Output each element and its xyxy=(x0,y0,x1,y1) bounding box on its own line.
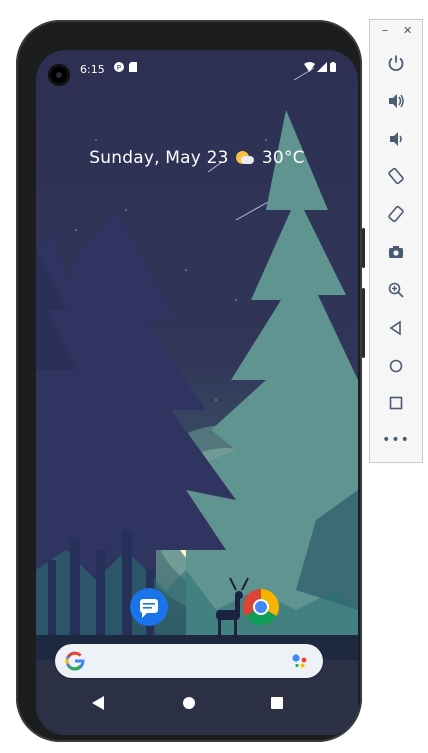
more-button[interactable]: ••• xyxy=(370,425,422,455)
wifi-icon xyxy=(304,62,315,75)
google-assistant-icon[interactable] xyxy=(291,653,309,669)
status-time: 6:15 xyxy=(80,63,105,76)
chrome-app-icon[interactable] xyxy=(242,588,280,626)
toolbar-overview-button[interactable] xyxy=(370,388,422,418)
rotate-right-icon xyxy=(388,205,404,223)
toolbar-window-controls: – ✕ xyxy=(370,23,422,40)
volume-down-icon xyxy=(390,132,402,146)
rotate-left-button[interactable] xyxy=(370,161,422,191)
recents-square-icon xyxy=(271,697,283,709)
nav-home-button[interactable] xyxy=(169,689,209,717)
home-screen: 6:15 P Sunday, May 23 30°C xyxy=(36,50,358,735)
home-icon xyxy=(389,359,403,373)
phone-frame: 6:15 P Sunday, May 23 30°C xyxy=(16,20,365,742)
phone-power-key xyxy=(362,228,365,268)
toolbar-back-button[interactable] xyxy=(370,313,422,343)
signal-icon xyxy=(317,62,327,75)
date-weather-widget[interactable]: Sunday, May 23 30°C xyxy=(36,148,358,168)
close-icon[interactable]: ✕ xyxy=(403,24,412,37)
temperature-text: 30°C xyxy=(261,148,305,168)
volume-down-button[interactable] xyxy=(370,124,422,154)
rotate-left-icon xyxy=(388,167,404,185)
screenshot-button[interactable] xyxy=(370,237,422,267)
more-icon: ••• xyxy=(382,432,410,448)
volume-up-icon xyxy=(389,94,404,108)
nav-back-button[interactable] xyxy=(78,689,118,717)
notification-p-icon: P xyxy=(114,62,124,75)
sim-card-icon xyxy=(129,62,137,75)
messages-app-icon[interactable] xyxy=(130,588,168,626)
phone-volume-key xyxy=(362,288,365,358)
partly-cloudy-icon xyxy=(236,151,255,165)
svg-text:P: P xyxy=(117,64,121,72)
google-search-bar[interactable] xyxy=(55,644,323,678)
status-bar: 6:15 P xyxy=(36,50,358,90)
emulator-toolbar: – ✕ ••• xyxy=(369,19,423,463)
minimize-icon[interactable]: – xyxy=(382,23,388,37)
date-text: Sunday, May 23 xyxy=(89,148,229,168)
battery-icon xyxy=(330,62,336,75)
volume-up-button[interactable] xyxy=(370,86,422,116)
rotate-right-button[interactable] xyxy=(370,199,422,229)
google-logo-icon xyxy=(65,651,85,671)
zoom-icon xyxy=(388,282,404,298)
power-icon xyxy=(388,55,404,72)
toolbar-home-button[interactable] xyxy=(370,351,422,381)
overview-icon xyxy=(389,396,403,410)
navigation-bar xyxy=(36,675,358,735)
power-button[interactable] xyxy=(370,48,422,78)
zoom-button[interactable] xyxy=(370,275,422,305)
back-icon xyxy=(389,320,401,336)
home-circle-icon xyxy=(183,697,195,709)
nav-recents-button[interactable] xyxy=(257,689,297,717)
back-triangle-icon xyxy=(92,696,104,710)
camera-icon xyxy=(389,246,403,258)
